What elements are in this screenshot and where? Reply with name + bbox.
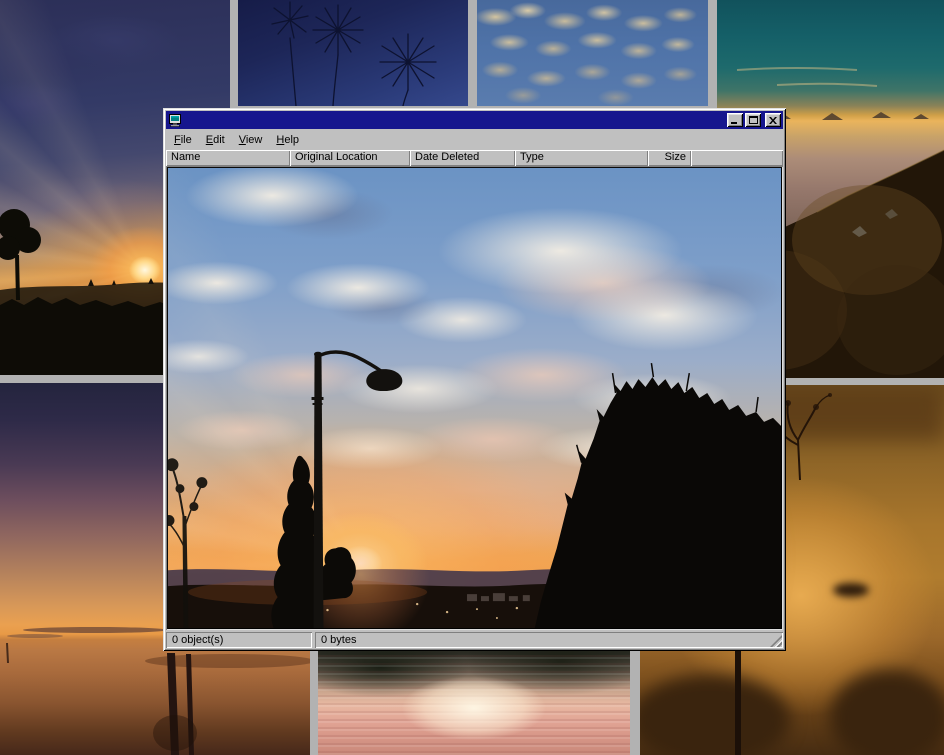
status-bar: 0 object(s) 0 bytes [166, 630, 783, 648]
background-photo-altocumulus-sky [477, 0, 708, 106]
column-header-date-deleted[interactable]: Date Deleted [410, 150, 515, 166]
list-view[interactable] [166, 166, 783, 630]
sunset-photo-silhouettes [168, 168, 781, 628]
background-photo-dried-flowers [238, 0, 468, 106]
close-icon [769, 117, 777, 124]
menu-help[interactable]: Help [269, 131, 306, 148]
column-header-size[interactable]: Size [648, 150, 691, 166]
menu-bar: File Edit View Help [166, 129, 783, 150]
status-total-size: 0 bytes [315, 632, 783, 648]
minimize-button[interactable] [727, 113, 743, 127]
status-object-count: 0 object(s) [166, 632, 312, 648]
menu-edit[interactable]: Edit [199, 131, 232, 148]
maximize-icon [749, 116, 758, 124]
recycle-bin-window: File Edit View Help Name Original Locati… [163, 108, 786, 651]
status-total-size-text: 0 bytes [321, 634, 356, 646]
column-header-original-location[interactable]: Original Location [290, 150, 410, 166]
column-header-blank[interactable] [691, 150, 783, 166]
cypress-tree-silhouette [271, 456, 321, 628]
column-header-name[interactable]: Name [166, 150, 290, 166]
column-headers: Name Original Location Date Deleted Type… [166, 150, 783, 166]
resize-grip[interactable] [770, 635, 782, 647]
column-header-type[interactable]: Type [515, 150, 648, 166]
desktop: File Edit View Help Name Original Locati… [0, 0, 944, 755]
menu-view[interactable]: View [232, 131, 270, 148]
maximize-button[interactable] [745, 113, 761, 127]
title-bar[interactable] [166, 111, 783, 129]
computer-icon [168, 114, 182, 127]
menu-file[interactable]: File [167, 131, 199, 148]
right-trees-silhouette [535, 377, 781, 628]
close-button[interactable] [765, 113, 781, 127]
list-view-sunset-wallpaper [168, 168, 781, 628]
umbel-flower-silhouettes [238, 0, 468, 106]
minimize-icon [731, 117, 739, 124]
